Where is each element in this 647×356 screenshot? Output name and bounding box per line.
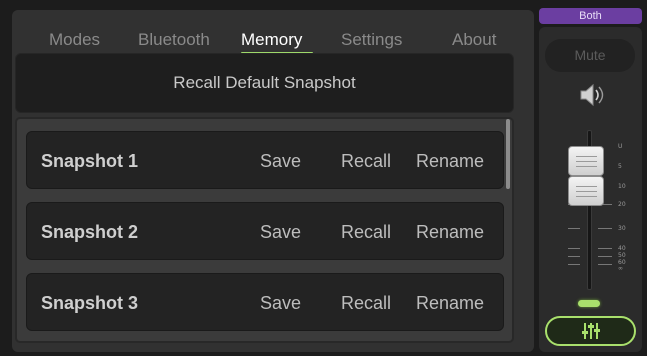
tab-modes[interactable]: Modes — [49, 30, 100, 50]
snapshot-row: Snapshot 2 Save Recall Rename — [26, 202, 504, 260]
channel-select-led — [578, 300, 600, 307]
tab-memory[interactable]: Memory — [241, 30, 302, 50]
recall-button[interactable]: Recall — [341, 132, 391, 190]
fader-scale-label: 10 — [618, 183, 626, 190]
fader-tick — [568, 228, 580, 229]
recall-button[interactable]: Recall — [341, 274, 391, 332]
channel-settings-button[interactable] — [545, 316, 636, 346]
fader-scale-label: 50 — [618, 252, 626, 259]
save-button[interactable]: Save — [260, 274, 301, 332]
fader-tick — [598, 264, 612, 265]
sliders-icon — [581, 323, 600, 339]
fader-scale-label: ∞ — [618, 265, 623, 272]
rename-button[interactable]: Rename — [416, 203, 484, 261]
recall-default-snapshot-button[interactable]: Recall Default Snapshot — [15, 53, 514, 113]
tab-bluetooth[interactable]: Bluetooth — [138, 30, 210, 50]
snapshot-name: Snapshot 2 — [41, 222, 139, 242]
rename-button[interactable]: Rename — [416, 274, 484, 332]
recall-button[interactable]: Recall — [341, 203, 391, 261]
rename-button[interactable]: Rename — [416, 132, 484, 190]
mode-tab-both[interactable]: Both — [539, 8, 642, 24]
tab-settings[interactable]: Settings — [341, 30, 402, 50]
fader-tick — [598, 228, 612, 229]
snapshot-row: Snapshot 3 Save Recall Rename — [26, 273, 504, 331]
fader-tick — [568, 256, 580, 257]
fader-tick — [568, 264, 580, 265]
fader-scale-label: U — [618, 143, 623, 150]
save-button[interactable]: Save — [260, 203, 301, 261]
fader-tick — [598, 248, 612, 249]
tab-about[interactable]: About — [452, 30, 496, 50]
snapshot-name: Snapshot 3 — [41, 293, 139, 313]
snapshot-list-scrollbar[interactable] — [506, 119, 510, 189]
snapshot-name: Snapshot 1 — [41, 151, 139, 171]
save-button[interactable]: Save — [260, 132, 301, 190]
fader-handle-upper[interactable] — [568, 146, 604, 176]
fader-scale-label: 40 — [618, 245, 626, 252]
snapshot-row: Snapshot 1 Save Recall Rename — [26, 131, 504, 189]
mute-button[interactable]: Mute — [545, 39, 635, 72]
fader-scale-label: 30 — [618, 225, 626, 232]
fader-scale-label: 20 — [618, 201, 626, 208]
snapshot-list[interactable]: Snapshot 1 Save Recall Rename Snapshot 2… — [15, 117, 514, 343]
fader-scale-label: 5 — [618, 163, 622, 170]
fader-handle[interactable] — [568, 176, 604, 206]
fader-tick — [568, 248, 580, 249]
fader-tick — [598, 256, 612, 257]
speaker-icon — [580, 83, 604, 107]
